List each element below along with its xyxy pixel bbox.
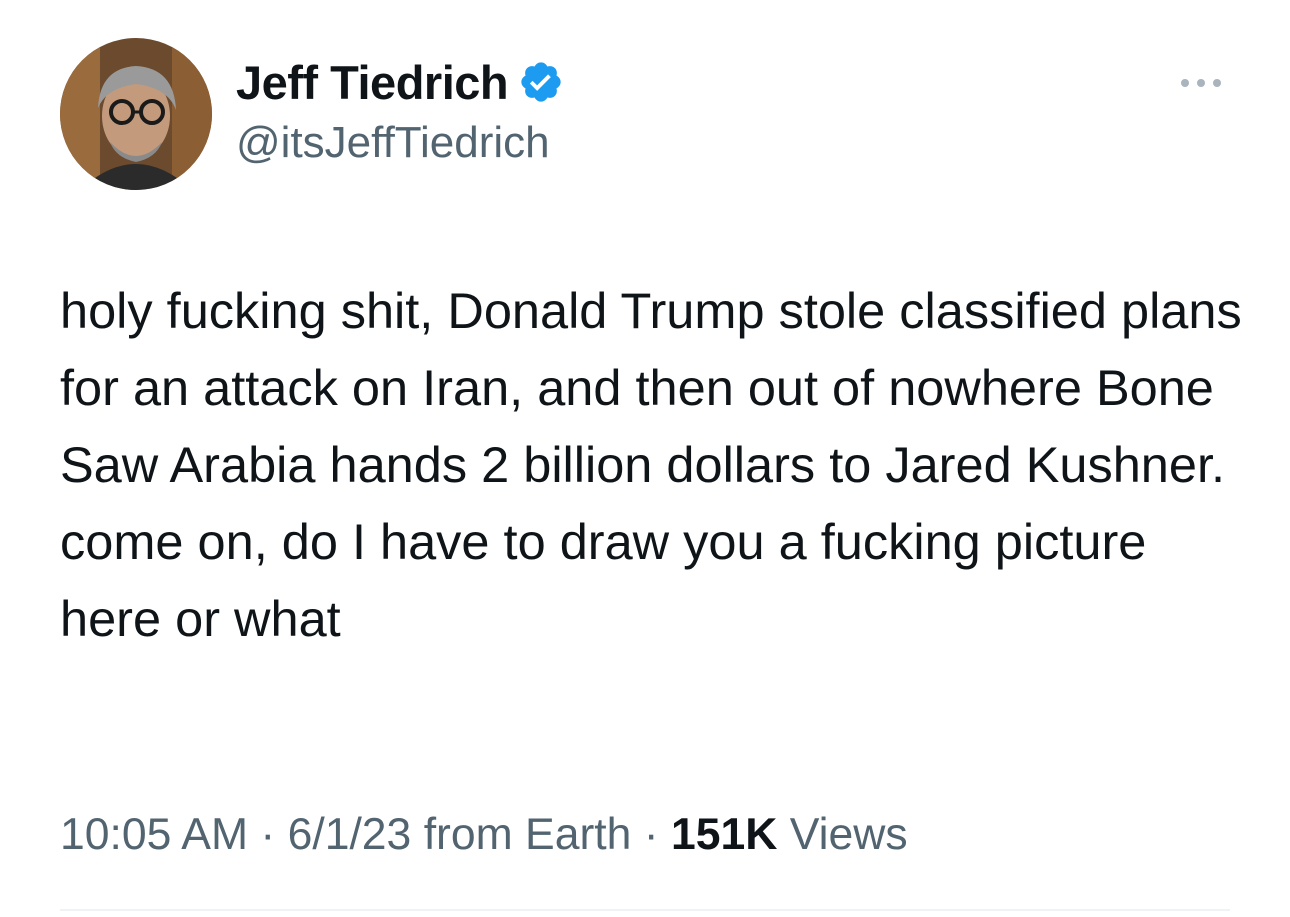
meta-separator: · [248, 810, 288, 859]
author-display-name[interactable]: Jeff Tiedrich [236, 55, 509, 110]
views-label: Views [789, 810, 908, 859]
tweet-time[interactable]: 10:05 AM [60, 810, 248, 859]
avatar[interactable] [60, 38, 212, 190]
views-count[interactable]: 151K [671, 810, 777, 859]
more-dots-icon[interactable] [1176, 70, 1226, 96]
author-handle[interactable]: @itsJeffTiedrich [236, 118, 550, 168]
divider [60, 909, 1230, 911]
author-name-row: Jeff Tiedrich [236, 52, 564, 112]
tweet-meta: 10:05 AM · 6/1/23 from Earth · 151K View… [60, 810, 908, 860]
tweet-source: from Earth [423, 810, 632, 859]
tweet-text: holy fucking shit, Donald Trump stole cl… [60, 282, 1242, 647]
verified-check-icon[interactable] [518, 59, 564, 105]
tweet-date[interactable]: 6/1/23 [288, 810, 412, 859]
meta-separator: · [631, 810, 671, 859]
